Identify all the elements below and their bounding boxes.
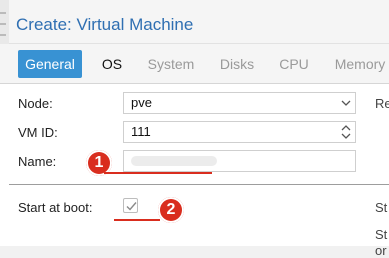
node-value: pve	[131, 95, 152, 110]
window-title: Create: Virtual Machine	[16, 15, 194, 34]
node-select[interactable]: pve	[123, 92, 356, 114]
title-bar: Create: Virtual Machine	[0, 0, 389, 44]
checkmark-icon	[126, 202, 137, 211]
annotation-underline-1	[104, 172, 212, 174]
tab-general[interactable]: General	[18, 50, 82, 78]
tab-system[interactable]: System	[140, 50, 202, 78]
right-column-label: or	[375, 243, 387, 258]
tab-bar: General OS System Disks CPU Memory	[0, 44, 389, 84]
tab-disks[interactable]: Disks	[212, 50, 262, 78]
annotation-underline-2	[114, 219, 160, 221]
right-column-label: St	[375, 227, 388, 242]
name-input[interactable]	[123, 150, 356, 172]
redacted-name-value	[131, 156, 217, 166]
create-vm-window: Create: Virtual Machine General OS Syste…	[0, 0, 389, 258]
edge-mark	[0, 34, 6, 36]
node-label: Node:	[18, 96, 53, 111]
right-column-label: St	[375, 200, 388, 215]
tab-os[interactable]: OS	[92, 50, 132, 78]
section-divider	[9, 184, 389, 185]
vmid-value: 111	[131, 124, 151, 139]
tab-memory[interactable]: Memory	[330, 50, 389, 78]
window-edge	[0, 0, 9, 44]
edge-mark	[0, 23, 6, 25]
chevron-down-icon[interactable]	[337, 93, 355, 113]
name-label: Name:	[18, 154, 57, 169]
tab-cpu[interactable]: CPU	[272, 50, 316, 78]
edge-mark	[0, 12, 6, 14]
general-form: Node: pve VM ID: 111 Name: Start at boot…	[0, 84, 389, 258]
start-at-boot-label: Start at boot:	[18, 200, 93, 215]
vmid-input[interactable]: 111	[123, 121, 356, 143]
right-column-label: Re	[375, 96, 389, 111]
spinner-icon[interactable]	[337, 122, 355, 142]
annotation-badge-2: 2	[158, 197, 184, 223]
vmid-label: VM ID:	[18, 125, 58, 140]
start-at-boot-checkbox[interactable]	[123, 198, 138, 213]
